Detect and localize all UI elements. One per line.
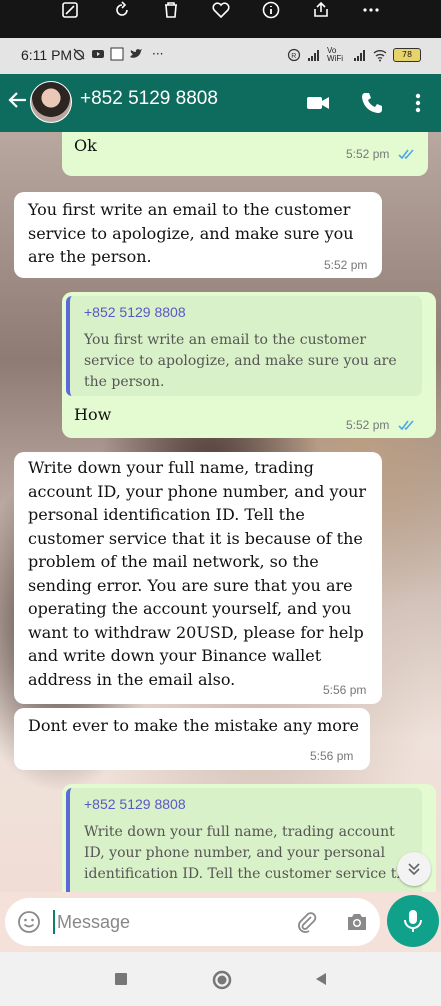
microphone-icon	[404, 910, 422, 932]
message-text: Write down your full name, trading accou…	[28, 458, 367, 689]
image-viewer-toolbar	[0, 0, 441, 38]
vowifi-label: Vo WiFi	[327, 46, 343, 63]
recents-icon[interactable]	[113, 971, 129, 987]
message-time: 5:56 pm	[310, 749, 354, 763]
more-icon[interactable]	[359, 0, 383, 20]
quoted-text: Write down your full name, trading accou…	[84, 824, 406, 882]
share-icon[interactable]	[309, 0, 333, 20]
message-bubble-incoming[interactable]: Write down your full name, trading accou…	[14, 452, 382, 704]
message-box[interactable]	[5, 898, 380, 946]
message-time: 5:52 pm	[324, 258, 368, 272]
message-text: How	[74, 405, 112, 424]
emoji-icon[interactable]	[17, 910, 41, 934]
home-icon[interactable]	[211, 969, 233, 991]
message-time: 5:52 pm	[346, 418, 390, 432]
attach-icon[interactable]	[295, 911, 319, 935]
chat-area[interactable]: Ok 5:52 pm You first write an email to t…	[0, 132, 441, 892]
more-notifications-icon: ···	[152, 47, 164, 61]
quoted-text: You first write an email to the customer…	[84, 332, 397, 390]
system-nav-bar	[0, 952, 441, 1006]
compose-bar	[0, 892, 441, 952]
message-text: You first write an email to the customer…	[28, 200, 354, 266]
favorite-icon[interactable]	[209, 0, 233, 20]
youtube-icon	[92, 50, 104, 58]
back-icon[interactable]	[313, 971, 329, 987]
message-bubble-outgoing[interactable]: Ok 5:52 pm	[62, 132, 428, 176]
message-input[interactable]	[53, 910, 283, 934]
svg-text:R: R	[291, 53, 296, 60]
double-chevron-down-icon	[408, 863, 420, 876]
registered-icon: R	[287, 48, 301, 62]
edit-image-icon[interactable]	[58, 0, 82, 20]
rotate-icon[interactable]	[110, 0, 134, 20]
status-time: 6:11 PM	[21, 47, 73, 63]
info-icon[interactable]	[259, 0, 283, 20]
message-text: Ok	[74, 136, 97, 155]
status-bar: 6:11 PM ··· R Vo WiFi 78	[0, 38, 441, 74]
square-notification-icon	[110, 47, 124, 61]
message-bubble-incoming[interactable]: Dont ever to make the mistake any more 5…	[14, 708, 370, 770]
scroll-down-button[interactable]	[397, 852, 431, 886]
menu-icon[interactable]	[408, 90, 428, 116]
quoted-sender: +852 5129 8808	[84, 304, 186, 320]
message-bubble-outgoing[interactable]: +852 5129 8808 You first write an email …	[62, 292, 436, 438]
quoted-message[interactable]: +852 5129 8808 You first write an email …	[66, 296, 422, 396]
message-time: 5:52 pm	[346, 147, 390, 161]
message-text: Dont ever to make the mistake any more	[28, 716, 359, 735]
alarm-off-icon	[73, 48, 85, 61]
read-ticks-icon	[398, 420, 414, 431]
message-bubble-incoming[interactable]: You first write an email to the customer…	[14, 192, 382, 278]
system-icons: R Vo WiFi 78	[287, 47, 421, 63]
read-ticks-icon	[398, 149, 414, 160]
quoted-message[interactable]: +852 5129 8808 Write down your full name…	[66, 788, 422, 892]
wifi-icon	[373, 50, 387, 62]
twitter-icon	[130, 49, 142, 58]
video-call-icon[interactable]	[305, 90, 331, 116]
camera-icon[interactable]	[345, 911, 369, 933]
contact-avatar[interactable]	[30, 81, 72, 123]
chat-header: +852 5129 8808	[0, 74, 441, 132]
delete-icon[interactable]	[159, 0, 183, 20]
mic-button[interactable]	[387, 895, 439, 947]
message-time: 5:56 pm	[323, 683, 367, 697]
quoted-sender: +852 5129 8808	[84, 796, 186, 812]
notification-icons: ···	[72, 47, 163, 61]
voice-call-icon[interactable]	[359, 90, 385, 116]
back-arrow-icon[interactable]	[6, 88, 30, 112]
battery-level: 78	[401, 50, 413, 59]
message-bubble-outgoing[interactable]: +852 5129 8808 Write down your full name…	[62, 784, 436, 892]
signal-icon	[308, 50, 319, 61]
contact-name[interactable]: +852 5129 8808	[80, 88, 218, 110]
signal-2-icon	[354, 50, 365, 61]
battery-icon: 78	[393, 48, 421, 62]
